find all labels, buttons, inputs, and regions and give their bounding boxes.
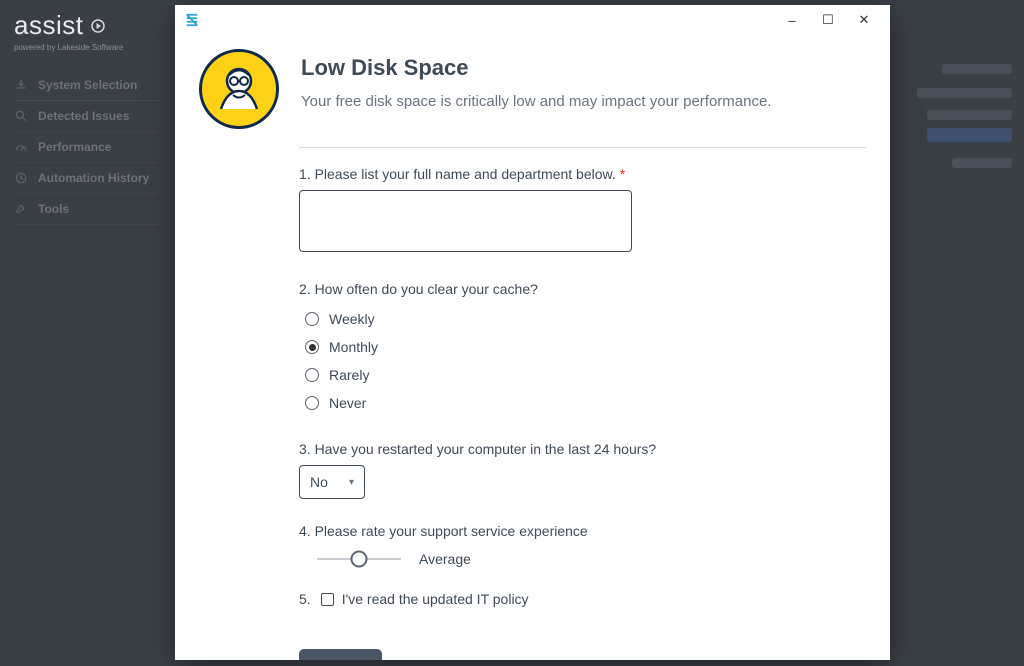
history-icon bbox=[14, 171, 28, 185]
radio-option-monthly[interactable]: Monthly bbox=[299, 333, 866, 361]
sidebar-item-automation-history[interactable]: Automation History bbox=[14, 163, 161, 194]
policy-checkbox[interactable] bbox=[321, 593, 334, 606]
rating-slider[interactable] bbox=[317, 558, 401, 560]
dialog-content: Low Disk Space Your free disk space is c… bbox=[175, 35, 890, 660]
sidebar-item-label: Tools bbox=[38, 202, 69, 216]
radio-label: Rarely bbox=[329, 367, 369, 383]
select-value: No bbox=[310, 474, 328, 490]
question-3-label: 3. Have you restarted your computer in t… bbox=[299, 441, 866, 457]
brand: assist bbox=[14, 10, 161, 41]
radio-label: Weekly bbox=[329, 311, 375, 327]
window-maximize-button[interactable]: ☐ bbox=[810, 6, 846, 34]
question-2-label: 2. How often do you clear your cache? bbox=[299, 281, 866, 297]
search-icon bbox=[14, 109, 28, 123]
question-2: 2. How often do you clear your cache? We… bbox=[299, 281, 866, 417]
download-icon bbox=[14, 78, 28, 92]
restart-select[interactable]: No ▾ bbox=[299, 465, 365, 499]
sidebar-item-label: Performance bbox=[38, 140, 111, 154]
question-1-label: 1. Please list your full name and depart… bbox=[299, 166, 866, 182]
app-sidebar: assist powered by Lakeside Software Syst… bbox=[0, 0, 175, 666]
dialog-subtitle: Your free disk space is critically low a… bbox=[301, 93, 771, 110]
sidebar-item-system-selection[interactable]: System Selection bbox=[14, 70, 161, 101]
radio-icon bbox=[305, 368, 319, 382]
radio-option-weekly[interactable]: Weekly bbox=[299, 305, 866, 333]
sidebar-item-label: Automation History bbox=[38, 171, 149, 185]
wrench-icon bbox=[14, 202, 28, 216]
name-department-textarea[interactable] bbox=[299, 190, 632, 252]
survey-form: 1. Please list your full name and depart… bbox=[299, 147, 866, 660]
app-icon bbox=[185, 13, 199, 27]
question-1: 1. Please list your full name and depart… bbox=[299, 166, 866, 257]
dialog-title: Low Disk Space bbox=[301, 55, 771, 81]
divider bbox=[299, 147, 866, 148]
sidebar-item-label: System Selection bbox=[38, 78, 137, 92]
window-titlebar: – ☐ ✕ bbox=[175, 5, 890, 35]
question-4-label: 4. Please rate your support service expe… bbox=[299, 523, 866, 539]
brand-name: assist bbox=[14, 10, 83, 41]
radio-option-rarely[interactable]: Rarely bbox=[299, 361, 866, 389]
obscured-right-panel bbox=[879, 0, 1024, 666]
sidebar-item-detected-issues[interactable]: Detected Issues bbox=[14, 101, 161, 132]
agent-avatar-icon bbox=[199, 49, 279, 129]
chevron-down-icon: ▾ bbox=[349, 477, 354, 488]
question-4: 4. Please rate your support service expe… bbox=[299, 523, 866, 567]
brand-logo-icon bbox=[89, 17, 107, 35]
radio-option-never[interactable]: Never bbox=[299, 389, 866, 417]
brand-tagline: powered by Lakeside Software bbox=[14, 43, 161, 52]
window-minimize-button[interactable]: – bbox=[774, 6, 810, 34]
question-5-number: 5. bbox=[299, 591, 311, 607]
required-mark: * bbox=[620, 166, 625, 182]
submit-button[interactable]: Submit bbox=[299, 649, 382, 660]
sidebar-item-performance[interactable]: Performance bbox=[14, 132, 161, 163]
radio-icon bbox=[305, 312, 319, 326]
checkbox-label: I've read the updated IT policy bbox=[342, 591, 529, 607]
gauge-icon bbox=[14, 140, 28, 154]
radio-label: Never bbox=[329, 395, 366, 411]
slider-value-label: Average bbox=[419, 551, 471, 567]
sidebar-item-label: Detected Issues bbox=[38, 109, 129, 123]
radio-icon bbox=[305, 340, 319, 354]
radio-label: Monthly bbox=[329, 339, 378, 355]
question-3: 3. Have you restarted your computer in t… bbox=[299, 441, 866, 499]
question-5: 5. I've read the updated IT policy bbox=[299, 591, 866, 607]
sidebar-item-tools[interactable]: Tools bbox=[14, 194, 161, 225]
survey-dialog-window: – ☐ ✕ Low Disk Space Your free disk spa bbox=[175, 5, 890, 660]
slider-thumb-icon bbox=[351, 551, 368, 568]
window-close-button[interactable]: ✕ bbox=[846, 6, 882, 34]
radio-icon bbox=[305, 396, 319, 410]
